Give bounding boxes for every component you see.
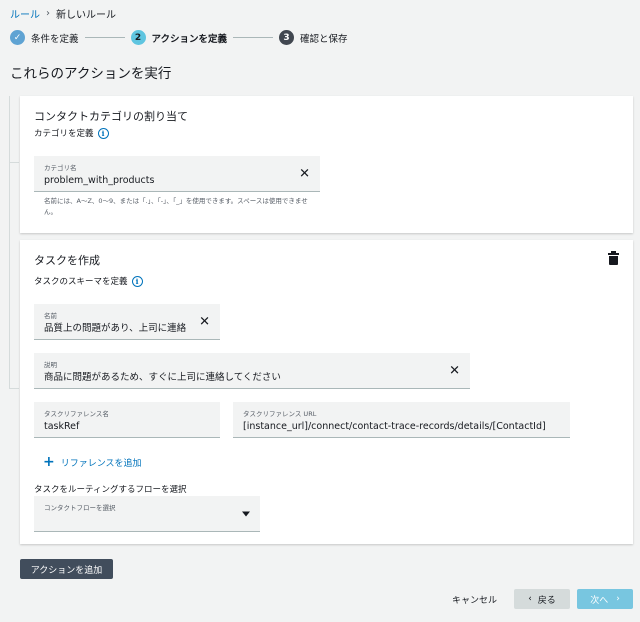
category-define-label: カテゴリを定義 i bbox=[34, 127, 109, 139]
field-label: 説明 bbox=[44, 361, 57, 369]
step-review-save: 3 確認と保存 bbox=[279, 30, 348, 45]
field-value[interactable]: [instance_url]/connect/contact-trace-rec… bbox=[243, 421, 546, 432]
back-button[interactable]: ‹ 戻る bbox=[514, 589, 570, 609]
task-name-field[interactable]: 名前 品質上の問題があり、上司に連絡 ✕ bbox=[34, 304, 220, 340]
task-panel-title: タスクを作成 bbox=[34, 254, 100, 267]
close-icon[interactable]: ✕ bbox=[449, 364, 460, 377]
category-define-text: カテゴリを定義 bbox=[34, 129, 94, 139]
info-icon[interactable]: i bbox=[131, 275, 143, 287]
connector-tick bbox=[9, 162, 19, 163]
task-reference-url-field[interactable]: タスクリファレンス URL [instance_url]/connect/con… bbox=[233, 402, 570, 438]
next-button[interactable]: 次へ › bbox=[577, 589, 633, 609]
breadcrumb-separator: › bbox=[46, 8, 50, 19]
category-assignment-panel: コンタクトカテゴリの割り当て カテゴリを定義 i カテゴリ名 problem_w… bbox=[20, 96, 633, 233]
category-name-hint: 名前には、A～Z、0～9、または「.」、「-」、「_」を使用できます。スペースは… bbox=[44, 197, 308, 216]
chevron-left-icon: ‹ bbox=[528, 594, 532, 604]
wizard-steps: ✓ 条件を定義 2 アクションを定義 3 確認と保存 bbox=[10, 30, 348, 45]
breadcrumb-current: 新しいルール bbox=[56, 10, 116, 21]
actions-connector-line bbox=[9, 96, 10, 388]
task-schema-text: タスクのスキーマを定義 bbox=[34, 277, 128, 287]
check-icon: ✓ bbox=[10, 30, 25, 45]
flow-select-label: タスクをルーティングするフローを選択 bbox=[34, 483, 187, 495]
field-value[interactable]: problem_with_products bbox=[44, 175, 154, 186]
step-label: 確認と保存 bbox=[300, 33, 348, 45]
step-divider bbox=[84, 37, 125, 38]
field-label: 名前 bbox=[44, 312, 57, 320]
back-label: 戻る bbox=[537, 595, 556, 606]
plus-icon: + bbox=[43, 454, 55, 470]
field-label: タスクリファレンス名 bbox=[44, 410, 109, 418]
category-panel-title: コンタクトカテゴリの割り当て bbox=[34, 110, 188, 123]
contact-flow-select[interactable]: コンタクトフローを選択 bbox=[34, 496, 260, 532]
create-task-panel: タスクを作成 タスクのスキーマを定義 i 名前 品質上の問題があり、上司に連絡 … bbox=[20, 240, 633, 544]
close-icon[interactable]: ✕ bbox=[299, 167, 310, 180]
field-value[interactable]: 品質上の問題があり、上司に連絡 bbox=[44, 320, 186, 334]
field-value[interactable]: 商品に問題があるため、すぐに上司に連絡してください bbox=[44, 369, 281, 383]
step-divider bbox=[233, 37, 274, 38]
step-label: 条件を定義 bbox=[31, 33, 79, 45]
info-icon[interactable]: i bbox=[97, 127, 109, 139]
add-reference-label: リファレンスを追加 bbox=[60, 458, 142, 469]
caret-down-icon bbox=[242, 511, 250, 516]
add-reference-button[interactable]: + リファレンスを追加 bbox=[43, 455, 142, 469]
step-number: 2 bbox=[130, 30, 146, 45]
breadcrumb-rules-link[interactable]: ルール bbox=[10, 6, 40, 21]
step-label: アクションを定義 bbox=[151, 33, 228, 45]
cancel-button[interactable]: キャンセル bbox=[452, 593, 497, 606]
task-reference-name-field[interactable]: タスクリファレンス名 taskRef bbox=[34, 402, 220, 438]
field-value[interactable]: taskRef bbox=[44, 421, 79, 432]
trash-icon[interactable] bbox=[608, 251, 619, 265]
field-label: タスクリファレンス URL bbox=[243, 410, 317, 418]
add-action-button[interactable]: アクションを追加 bbox=[20, 559, 113, 579]
task-schema-label: タスクのスキーマを定義 i bbox=[34, 275, 143, 287]
next-label: 次へ bbox=[590, 595, 609, 606]
field-label: コンタクトフローを選択 bbox=[44, 504, 116, 512]
flow-select-text: タスクをルーティングするフローを選択 bbox=[34, 485, 187, 495]
page-title: これらのアクションを実行 bbox=[10, 66, 172, 82]
category-name-field[interactable]: カテゴリ名 problem_with_products ✕ bbox=[34, 156, 320, 192]
task-description-field[interactable]: 説明 商品に問題があるため、すぐに上司に連絡してください ✕ bbox=[34, 353, 470, 389]
step-number: 3 bbox=[279, 30, 295, 45]
chevron-right-icon: › bbox=[616, 594, 620, 604]
close-icon[interactable]: ✕ bbox=[199, 315, 210, 328]
step-define-conditions[interactable]: ✓ 条件を定義 bbox=[10, 30, 79, 45]
step-define-actions: 2 アクションを定義 bbox=[130, 30, 228, 45]
field-label: カテゴリ名 bbox=[44, 164, 77, 172]
breadcrumb: ルール › 新しいルール bbox=[10, 6, 116, 21]
connector-tick bbox=[9, 388, 19, 389]
